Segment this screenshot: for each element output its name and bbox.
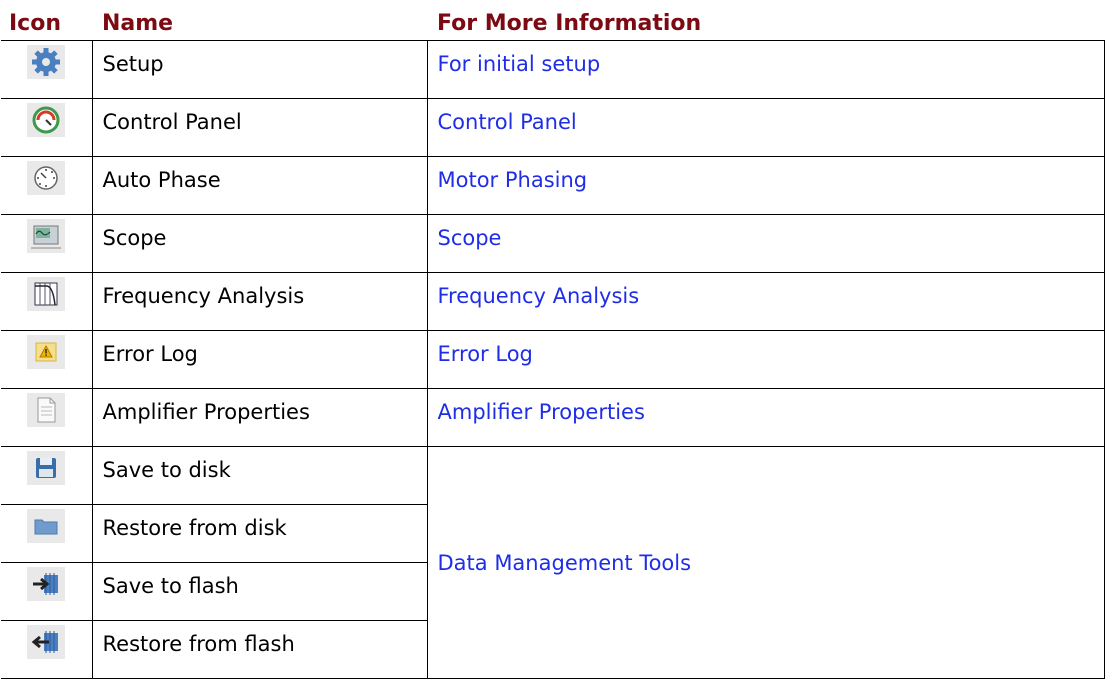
name-cell: Frequency Analysis — [91, 272, 428, 331]
table-row: Control Panel Control Panel — [1, 98, 1105, 157]
header-name: Name — [92, 6, 427, 41]
icon-reference-table: Icon Name For More Information Setup For… — [1, 6, 1105, 679]
name-cell: Amplifier Properties — [91, 388, 428, 447]
table-row: Amplifier Properties Amplifier Propertie… — [1, 388, 1105, 447]
name-cell: Auto Phase — [91, 156, 428, 215]
info-link[interactable]: Scope — [426, 214, 1105, 273]
gear-icon[interactable] — [27, 45, 66, 79]
icon-cell — [1, 620, 93, 679]
info-link-data-management[interactable]: Data Management Tools — [426, 446, 1105, 679]
gauge-icon[interactable] — [27, 103, 66, 137]
icon-cell — [1, 504, 93, 563]
name-cell: Control Panel — [91, 98, 428, 157]
info-link[interactable]: Amplifier Properties — [426, 388, 1105, 447]
name-cell: Restore from flash — [91, 620, 428, 679]
icon-cell — [1, 98, 93, 157]
name-cell: Save to disk — [91, 446, 428, 505]
info-link[interactable]: Control Panel — [426, 98, 1105, 157]
icon-cell — [1, 156, 93, 215]
icon-cell — [1, 562, 93, 621]
chip-arrow-out-icon[interactable] — [27, 625, 66, 659]
info-link[interactable]: Motor Phasing — [426, 156, 1105, 215]
name-cell: Scope — [91, 214, 428, 273]
table-row: Save to disk Data Management Tools — [1, 446, 1105, 679]
name-cell: Save to flash — [91, 562, 428, 621]
header-icon: Icon — [1, 6, 92, 41]
info-link[interactable]: For initial setup — [426, 40, 1105, 99]
icon-cell — [1, 40, 93, 99]
icon-cell — [1, 446, 93, 505]
frequency-plot-icon[interactable] — [27, 277, 66, 311]
info-link[interactable]: Error Log — [426, 330, 1105, 389]
document-icon[interactable] — [27, 393, 66, 427]
name-cell: Error Log — [91, 330, 428, 389]
table-header-row: Icon Name For More Information — [1, 6, 1104, 41]
table-row: Auto Phase Motor Phasing — [1, 156, 1105, 215]
icon-cell — [1, 272, 93, 331]
table-row: Setup For initial setup — [1, 40, 1105, 99]
name-cell: Setup — [91, 40, 428, 99]
name-cell: Restore from disk — [91, 504, 428, 563]
table-row: Frequency Analysis Frequency Analysis — [1, 272, 1105, 331]
table-row: Scope Scope — [1, 214, 1105, 273]
folder-icon[interactable] — [27, 509, 66, 543]
oscilloscope-icon[interactable] — [27, 219, 66, 253]
chip-arrow-in-icon[interactable] — [27, 567, 66, 601]
icon-cell — [1, 214, 93, 273]
header-info: For More Information — [427, 6, 1104, 41]
warning-icon[interactable] — [27, 335, 66, 369]
table-row: Error Log Error Log — [1, 330, 1105, 389]
floppy-disk-icon[interactable] — [27, 451, 66, 485]
icon-cell — [1, 330, 93, 389]
info-link[interactable]: Frequency Analysis — [426, 272, 1105, 331]
dial-icon[interactable] — [27, 161, 66, 195]
icon-cell — [1, 388, 93, 447]
